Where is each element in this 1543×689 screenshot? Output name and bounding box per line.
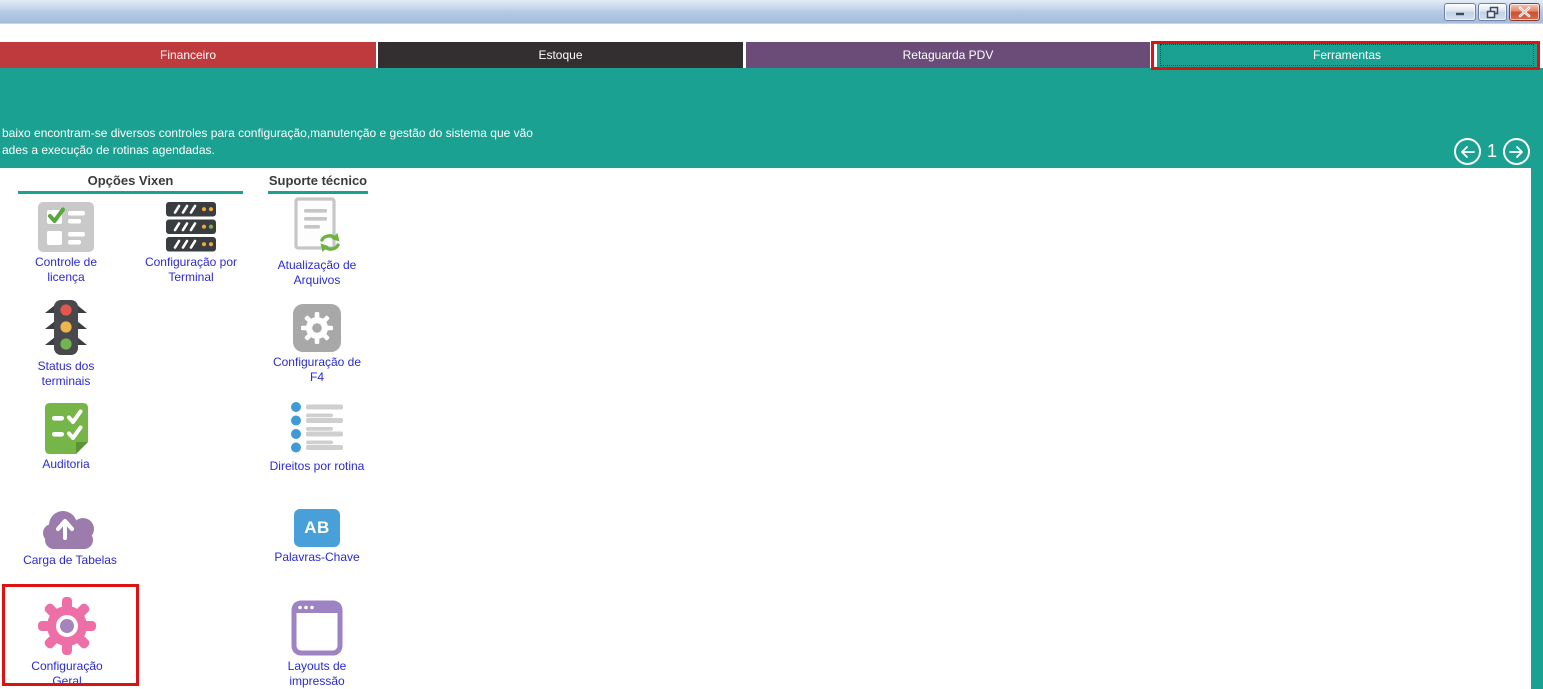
description-line-2: ades a execução de rotinas agendadas. — [2, 142, 533, 159]
section-rule-opcoes-vixen — [18, 191, 243, 194]
arrow-right-icon — [1509, 146, 1524, 158]
audit-document-icon — [43, 402, 90, 454]
tile-configuracao-de-f4[interactable]: Configuração de F4 — [257, 302, 377, 385]
menu-strip — [0, 24, 1543, 42]
close-button[interactable] — [1509, 3, 1540, 21]
next-page-button[interactable] — [1503, 138, 1530, 165]
tile-label: Status dos terminais — [6, 359, 126, 389]
tile-label: Atualização de Arquivos — [257, 258, 377, 288]
page-number: 1 — [1487, 141, 1497, 162]
restore-button[interactable] — [1478, 3, 1507, 21]
application-window: Financeiro Estoque Retaguarda PDV Ferram… — [0, 0, 1543, 689]
tile-palavras-chave[interactable]: AB Palavras-Chave — [257, 507, 377, 565]
tab-retaguarda-pdv-label: Retaguarda PDV — [903, 48, 994, 62]
description-line-1: baixo encontram-se diversos controles pa… — [2, 125, 533, 142]
tile-auditoria[interactable]: Auditoria — [6, 402, 126, 472]
tab-bar: Financeiro Estoque Retaguarda PDV Ferram… — [0, 42, 1543, 68]
arrow-left-icon — [1460, 146, 1475, 158]
ab-icon-text: AB — [304, 518, 330, 538]
tab-ferramentas[interactable]: Ferramentas — [1157, 42, 1537, 68]
tile-label: Direitos por rotina — [257, 459, 377, 474]
minimize-button[interactable] — [1444, 3, 1476, 21]
title-bar — [0, 0, 1543, 24]
tile-label: Configuração de F4 — [257, 355, 377, 385]
ab-keywords-icon: AB — [294, 509, 340, 547]
print-layout-window-icon — [291, 600, 343, 656]
tab-financeiro[interactable]: Financeiro — [0, 42, 376, 68]
tab-estoque-label: Estoque — [538, 48, 582, 62]
rights-list-icon — [289, 400, 345, 456]
previous-page-button[interactable] — [1454, 138, 1481, 165]
content-panel: Opções Vixen Suporte técnico — [0, 168, 1531, 689]
tab-estoque[interactable]: Estoque — [378, 42, 743, 68]
tile-label: Palavras-Chave — [257, 550, 377, 565]
tile-label: Configuração Geral — [7, 659, 127, 689]
tile-status-dos-terminais[interactable]: Status dos terminais — [6, 300, 126, 389]
section-rule-suporte-tecnico — [268, 191, 368, 194]
tile-layouts-de-impressao[interactable]: Layouts de impressão — [257, 600, 377, 689]
license-checklist-icon — [38, 202, 94, 252]
tab-retaguarda-pdv[interactable]: Retaguarda PDV — [746, 42, 1150, 68]
server-stack-icon — [166, 202, 216, 252]
tile-label: Configuração por Terminal — [131, 255, 251, 285]
section-title-opcoes-vixen: Opções Vixen — [18, 173, 243, 188]
tile-label: Controle de licença — [6, 255, 126, 285]
pagination: 1 — [1454, 138, 1530, 165]
gear-square-icon — [293, 304, 341, 352]
tile-configuracao-por-terminal[interactable]: Configuração por Terminal — [131, 200, 251, 285]
minimize-icon — [1454, 6, 1466, 18]
tab-ferramentas-label: Ferramentas — [1313, 48, 1381, 62]
tile-label: Auditoria — [6, 457, 126, 472]
tab-financeiro-label: Financeiro — [160, 48, 216, 62]
tile-atualizacao-de-arquivos[interactable]: Atualização de Arquivos — [257, 197, 377, 288]
page-description: baixo encontram-se diversos controles pa… — [2, 125, 533, 159]
close-icon — [1518, 6, 1531, 18]
tile-controle-de-licenca[interactable]: Controle de licença — [6, 200, 126, 285]
tile-configuracao-geral[interactable]: Configuração Geral — [7, 598, 127, 689]
tile-carga-de-tabelas[interactable]: Carga de Tabelas — [10, 505, 130, 568]
section-title-suporte-tecnico: Suporte técnico — [268, 173, 368, 188]
file-sync-icon — [292, 197, 342, 255]
tile-label: Layouts de impressão — [257, 659, 377, 689]
pink-gear-icon — [37, 596, 97, 656]
tile-label: Carga de Tabelas — [10, 553, 130, 568]
traffic-light-icon — [43, 300, 89, 356]
cloud-upload-icon — [41, 506, 99, 550]
tile-direitos-por-rotina[interactable]: Direitos por rotina — [257, 400, 377, 474]
restore-icon — [1486, 6, 1499, 19]
